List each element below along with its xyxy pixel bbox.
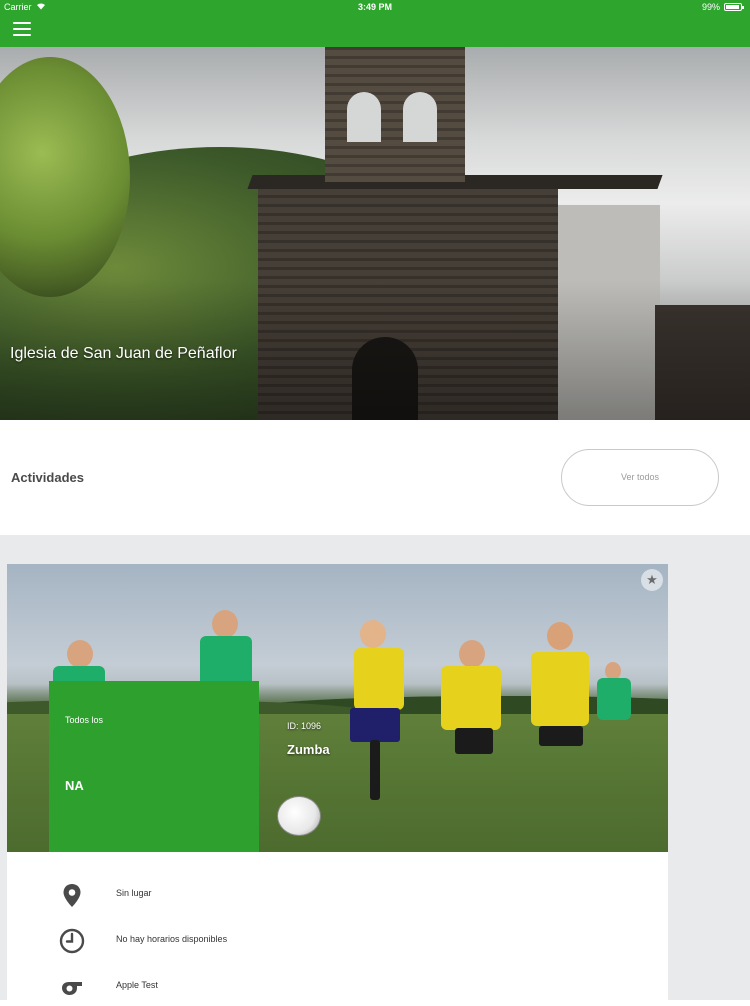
detail-location: Sin lugar [7,874,668,914]
clock-icon [59,928,85,954]
navigation-bar: Carrier 3:49 PM 99% [0,0,750,47]
badge-subtitle: Todos los [65,715,104,725]
location-pin-icon [59,882,85,908]
status-bar: Carrier 3:49 PM 99% [0,0,750,14]
battery-percentage: 99% [701,2,720,12]
whistle-icon [59,974,85,1000]
hero-title: Iglesia de San Juan de Peñaflor [10,345,237,362]
schedule-badge: Todos los NA [49,681,259,852]
detail-text: Apple Test [116,980,158,990]
detail-schedule: No hay horarios disponibles [7,920,668,960]
activity-id: ID: 1096 [287,721,322,731]
badge-title: NA [65,778,84,793]
detail-text: Sin lugar [116,888,152,898]
activity-name: Zumba [287,742,330,757]
activities-header: Actividades Ver todos [0,420,750,535]
favorite-star-icon[interactable]: ★ [641,569,663,591]
clock-label: 3:49 PM [357,2,392,12]
detail-text: No hay horarios disponibles [116,934,228,944]
activity-image: ★ Todos los NA ID: 1096 Zumba [7,564,668,852]
see-all-button[interactable]: Ver todos [561,449,719,506]
activity-card[interactable]: ★ Todos los NA ID: 1096 Zumba Sin lugar … [7,564,668,1000]
soccer-ball [277,796,321,836]
section-title: Actividades [11,470,84,485]
battery-icon [724,3,744,11]
detail-instructor: Apple Test [7,966,668,1006]
hero-image[interactable]: Iglesia de San Juan de Peñaflor [0,47,750,420]
hamburger-menu-icon[interactable] [13,21,33,37]
